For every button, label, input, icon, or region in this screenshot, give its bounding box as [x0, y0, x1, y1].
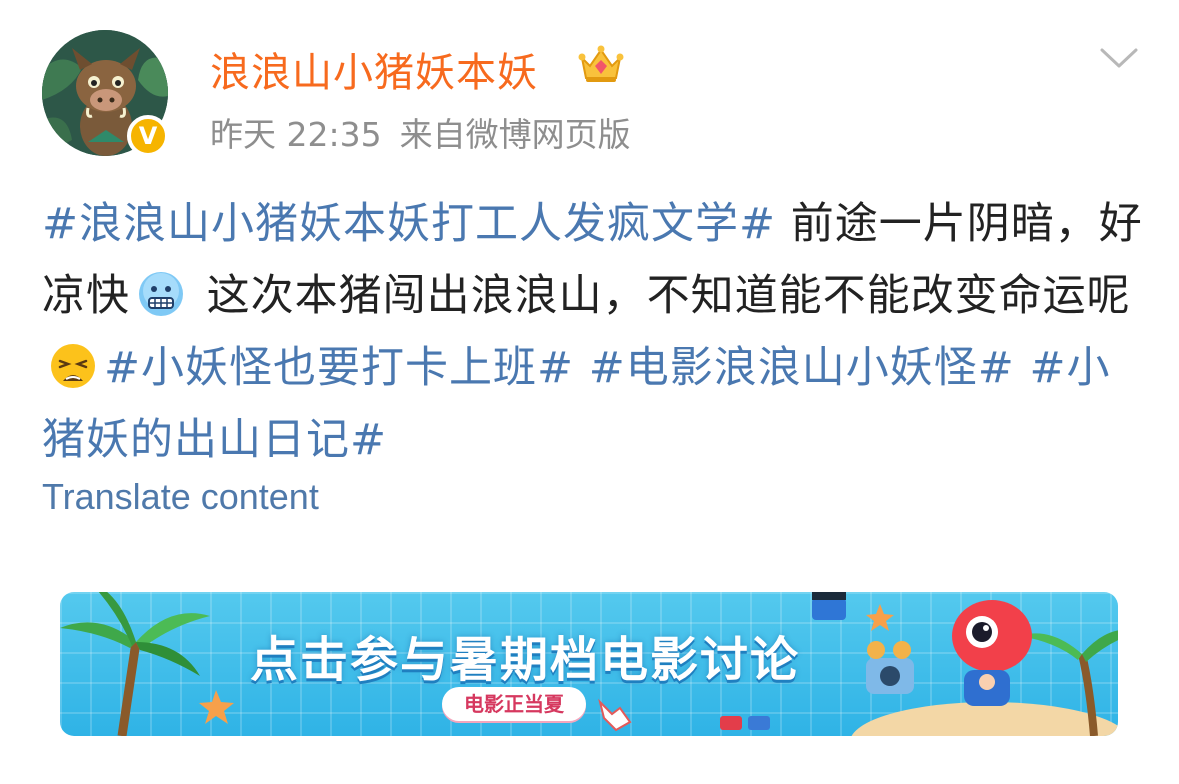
post-source[interactable]: 来自微博网页版 [400, 115, 631, 154]
crown-icon[interactable] [578, 44, 624, 84]
topic-tag[interactable]: #浪浪山小猪妖本妖打工人发疯文学# [42, 199, 776, 249]
post-meta: 昨天 22:35 来自微博网页版 [210, 108, 631, 156]
banner-pill: 电影正当夏 [442, 687, 586, 721]
freezing-face-icon [139, 272, 183, 316]
chevron-down-icon[interactable] [1096, 42, 1142, 72]
username[interactable]: 浪浪山小猪妖本妖 [210, 40, 538, 98]
promo-banner[interactable]: 点击参与暑期档电影讨论 电影正当夏 [60, 592, 1118, 736]
translate-link[interactable]: Translate content [42, 476, 319, 518]
verified-badge-icon: V [127, 115, 169, 157]
weary-face-icon [51, 344, 95, 388]
topic-tag[interactable]: #小妖怪也要打卡上班# [104, 343, 574, 393]
banner-title: 点击参与暑期档电影讨论 [250, 632, 801, 688]
topic-tag[interactable]: #电影浪浪山小妖怪# [589, 343, 1015, 393]
post-text: 这次本猪闯出浪浪山，不知道能不能改变命运呢 [192, 271, 1131, 321]
post-content: #浪浪山小猪妖本妖打工人发疯文学# 前途一片阴暗，好凉快 这次本猪闯出浪浪山，不… [42, 188, 1152, 476]
post-time: 昨天 22:35 [210, 115, 382, 154]
